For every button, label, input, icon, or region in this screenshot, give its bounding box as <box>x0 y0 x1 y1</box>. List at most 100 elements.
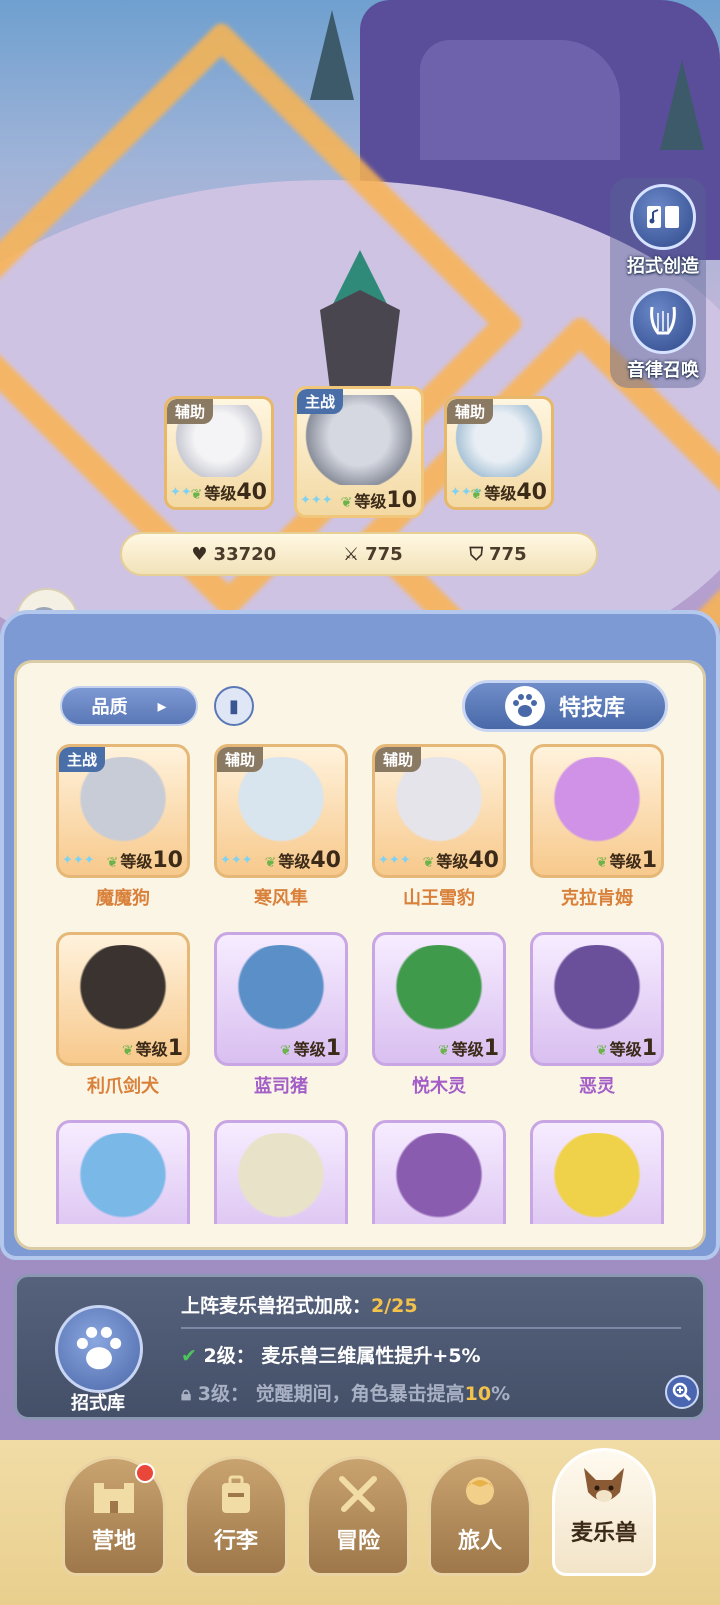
pet-item[interactable] <box>530 1120 664 1224</box>
skill-library-badge[interactable] <box>55 1305 143 1393</box>
pet-item[interactable]: ❦ 等级1 恶灵 <box>530 932 664 1098</box>
leaf-icon: ❦ <box>595 1043 608 1059</box>
crossed-swords-icon <box>330 1471 386 1519</box>
nav-label: 行李 <box>213 1529 258 1554</box>
pet-name: 魔魔狗 <box>96 888 150 909</box>
pet-card[interactable]: ❦ 等级1 <box>530 744 664 878</box>
pet-card[interactable] <box>214 1120 348 1224</box>
pet-item[interactable]: ❦ 等级1 克拉肯姆 <box>530 744 664 910</box>
role-tag: 主战 <box>59 747 106 772</box>
role-tag: 辅助 <box>217 747 264 772</box>
skill-create-button[interactable]: 招式创造 <box>618 184 708 278</box>
check-icon: ✔ <box>181 1345 197 1367</box>
skill-bonus-panel: 招式库 上阵麦乐兽招式加成：2/25 ✔ 2级： 麦乐兽三维属性提升+5% 🔒︎… <box>14 1274 706 1420</box>
pet-item[interactable]: ❦ 等级1 蓝司猪 <box>214 932 348 1098</box>
bonus-level-3: 🔒︎ 3级： 觉醒期间，角色暴击提高10% <box>181 1383 511 1405</box>
pet-card[interactable]: ❦ 等级1 <box>56 932 190 1066</box>
pet-portrait <box>541 757 653 849</box>
skill-library-button[interactable]: 特技库 <box>462 680 668 732</box>
role-tag: 辅助 <box>375 747 422 772</box>
star-rank: ✦✦✦ <box>220 853 253 868</box>
leaf-icon: ❦ <box>106 855 119 871</box>
pet-item[interactable]: 辅助 ✦✦✦ ❦ 等级40 山王雪豹 <box>372 744 506 910</box>
pet-name: 蓝司猪 <box>254 1076 308 1097</box>
team-slot-support-left[interactable]: 辅助 ✦✦ ❦ 等级40 <box>164 396 274 510</box>
skill-library-label: 特技库 <box>558 696 625 721</box>
lyre-icon <box>630 288 696 354</box>
zoom-icon[interactable] <box>665 1375 699 1409</box>
pet-name: 悦木灵 <box>412 1076 466 1097</box>
guide-book-button[interactable]: ▮ <box>214 686 254 726</box>
team-slot-support-right[interactable]: 辅助 ✦✦✦ ❦ 等级40 <box>444 396 554 510</box>
quality-filter-label: 品质 <box>91 697 128 718</box>
level-label: ❦ 等级1 <box>437 1036 499 1061</box>
pet-grid: 主战 ✦✦✦ ❦ 等级10 魔魔狗 辅助 ✦✦✦ ❦ 等级40 寒风隼 辅助 ✦✦✦ ❦ 等级40 山王雪豹… <box>56 744 668 1224</box>
book-icon: ▮ <box>229 695 239 717</box>
pet-card[interactable]: 主战 ✦✦✦ ❦ 等级10 <box>56 744 190 878</box>
pet-name: 寒风隼 <box>254 888 308 909</box>
pet-item[interactable] <box>372 1120 506 1224</box>
pet-item[interactable] <box>56 1120 190 1224</box>
nav-label: 营地 <box>91 1529 136 1554</box>
castle-icon <box>86 1471 142 1519</box>
quality-filter-button[interactable]: 品质 ▸ <box>60 686 198 726</box>
attack-stat: ⚔ 775 <box>342 543 403 565</box>
pet-portrait <box>383 1133 495 1224</box>
pet-item[interactable]: ❦ 等级1 利爪剑犬 <box>56 932 190 1098</box>
shield-icon: ⛉ <box>469 543 484 565</box>
pet-card[interactable] <box>372 1120 506 1224</box>
melody-summon-button[interactable]: 音律召唤 <box>618 288 708 382</box>
leaf-icon: ❦ <box>422 855 435 871</box>
star-rank: ✦✦ <box>170 485 192 500</box>
nav-traveler[interactable]: 旅人 <box>428 1456 532 1576</box>
pet-portrait <box>383 945 495 1037</box>
nav-crossed-swords[interactable]: 冒险 <box>306 1456 410 1576</box>
pet-card[interactable]: 辅助 ✦✦✦ ❦ 等级40 <box>214 744 348 878</box>
leaf-icon: ❦ <box>279 1043 292 1059</box>
pet-item[interactable]: 主战 ✦✦✦ ❦ 等级10 魔魔狗 <box>56 744 190 910</box>
pet-name: 山王雪豹 <box>403 888 475 909</box>
pet-card[interactable]: 辅助 ✦✦✦ ❦ 等级40 <box>372 744 506 878</box>
skill-create-label: 招式创造 <box>627 256 699 277</box>
nav-castle[interactable]: 营地 <box>62 1456 166 1576</box>
leaf-icon: ❦ <box>595 855 608 871</box>
nav-label: 麦乐兽 <box>570 1521 637 1546</box>
music-book-icon <box>630 184 696 250</box>
traveler-icon <box>452 1471 508 1519</box>
pet-portrait <box>67 945 179 1037</box>
pet-portrait <box>67 1133 179 1224</box>
divider <box>181 1327 681 1329</box>
pet-name: 利爪剑犬 <box>87 1076 159 1097</box>
star-rank: ✦✦✦ <box>450 485 483 500</box>
pine-tree <box>310 10 354 100</box>
pet-card[interactable] <box>530 1120 664 1224</box>
nav-fox-face[interactable]: 麦乐兽 <box>552 1448 656 1576</box>
heart-icon: ♥ <box>191 543 208 565</box>
nav-backpack[interactable]: 行李 <box>184 1456 288 1576</box>
pet-card[interactable]: ❦ 等级1 <box>530 932 664 1066</box>
level-label: ❦ 等级1 <box>595 848 657 873</box>
support-tag: 辅助 <box>447 399 494 424</box>
bonus-count: 2/25 <box>371 1295 418 1317</box>
leaf-icon: ❦ <box>340 495 353 511</box>
melody-summon-label: 音律召唤 <box>627 360 699 381</box>
level-label: ❦ 等级1 <box>595 1036 657 1061</box>
pet-item[interactable] <box>214 1120 348 1224</box>
level-label: ❦ 等级40 <box>264 848 341 873</box>
team-slot-main[interactable]: 主战 ✦✦✦ ❦ 等级10 <box>294 386 424 518</box>
star-rank: ✦✦✦ <box>62 853 95 868</box>
pet-portrait <box>541 1133 653 1224</box>
defense-stat: ⛉ 775 <box>469 543 527 565</box>
leaf-icon: ❦ <box>190 487 203 503</box>
pet-item[interactable]: ❦ 等级1 悦木灵 <box>372 932 506 1098</box>
level-label: ❦ 等级40 <box>470 480 547 505</box>
support-tag: 辅助 <box>167 399 214 424</box>
bonus-title: 上阵麦乐兽招式加成：2/25 <box>181 1295 418 1317</box>
star-rank: ✦✦✦ <box>378 853 411 868</box>
leaf-icon: ❦ <box>264 855 277 871</box>
pet-item[interactable]: 辅助 ✦✦✦ ❦ 等级40 寒风隼 <box>214 744 348 910</box>
main-tag: 主战 <box>297 389 344 414</box>
pet-card[interactable]: ❦ 等级1 <box>372 932 506 1066</box>
pet-card[interactable] <box>56 1120 190 1224</box>
pet-card[interactable]: ❦ 等级1 <box>214 932 348 1066</box>
